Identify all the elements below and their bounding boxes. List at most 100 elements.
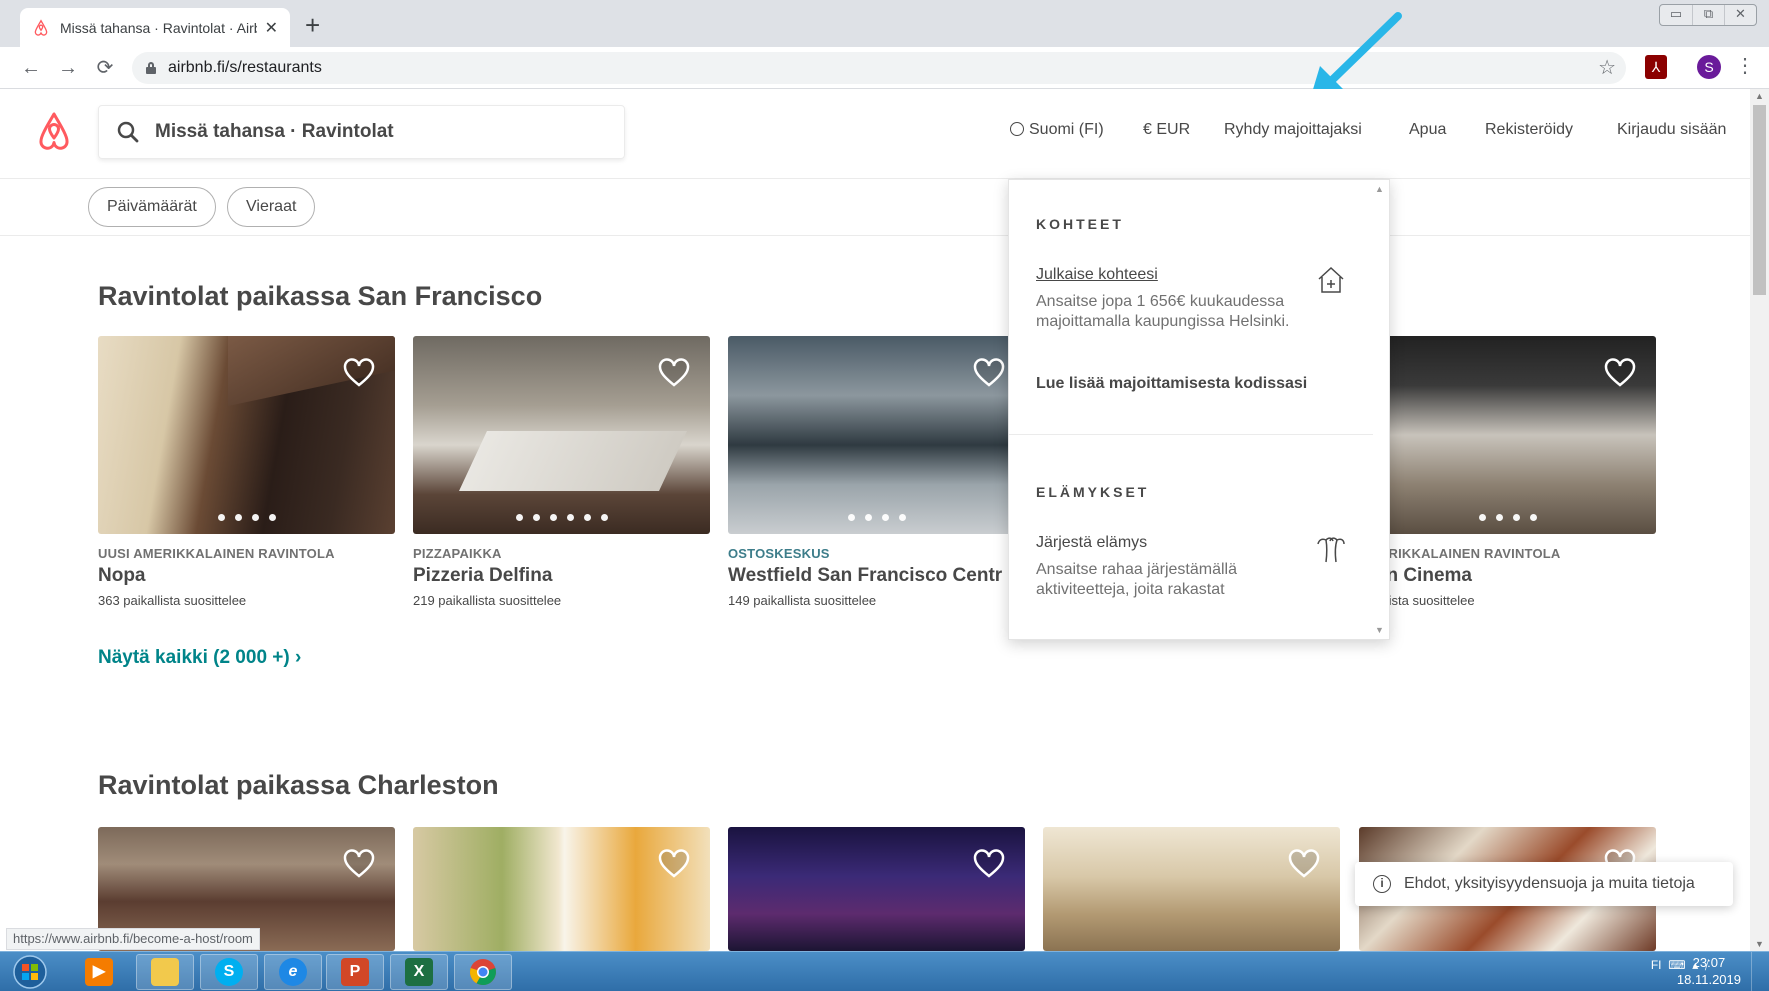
heart-icon[interactable] xyxy=(973,849,1005,879)
forward-button[interactable]: → xyxy=(55,55,81,81)
become-host-link[interactable]: Ryhdy majoittajaksi xyxy=(1224,121,1362,139)
taskbar-powerpoint[interactable]: P xyxy=(326,954,384,990)
place-card[interactable]: AMERIKKALAINEN RAVINTOLA eign Cinema aik… xyxy=(1359,336,1656,608)
skype-icon: S xyxy=(215,958,243,986)
place-name[interactable]: Nopa xyxy=(98,565,395,587)
palm-tree-icon xyxy=(1317,537,1345,563)
taskbar-excel[interactable]: X xyxy=(390,954,448,990)
place-card[interactable] xyxy=(1043,827,1340,951)
show-all-link[interactable]: Näytä kaikki (2 000 +) › xyxy=(98,647,301,669)
heart-icon[interactable] xyxy=(343,849,375,879)
scrollbar-thumb[interactable] xyxy=(1753,105,1766,295)
close-window-button[interactable]: ✕ xyxy=(1724,5,1756,25)
guests-filter-button[interactable]: Vieraat xyxy=(227,187,316,227)
new-tab-button[interactable]: + xyxy=(305,10,320,41)
place-name[interactable]: Pizzeria Delfina xyxy=(413,565,710,587)
taskbar-clock[interactable]: 23:07 18.11.2019 xyxy=(1677,954,1741,988)
dropdown-scrollbar[interactable]: ▲ ▼ xyxy=(1371,180,1389,639)
dropdown-heading-experiences: ELÄMYKSET xyxy=(1036,484,1150,500)
photo-dots xyxy=(413,508,710,526)
dropdown-heading-listings: KOHTEET xyxy=(1036,216,1124,232)
place-category: PIZZAPAIKKA xyxy=(413,546,502,561)
place-photo[interactable] xyxy=(413,336,710,534)
heart-icon[interactable] xyxy=(1288,849,1320,879)
powerpoint-icon: P xyxy=(341,958,369,986)
language-selector[interactable]: Suomi (FI) xyxy=(1010,121,1104,139)
lock-icon xyxy=(146,62,156,74)
heart-icon[interactable] xyxy=(1604,358,1636,388)
browser-tab[interactable]: Missä tahansa · Ravintolat · Airbn ✕ xyxy=(20,8,290,47)
search-text: Missä tahansa · Ravintolat xyxy=(155,121,394,142)
place-photo[interactable] xyxy=(728,336,1025,534)
chrome-icon xyxy=(470,959,496,986)
scroll-down-icon[interactable]: ▼ xyxy=(1375,625,1384,635)
section-title-san-francisco: Ravintolat paikassa San Francisco xyxy=(98,281,543,311)
help-link[interactable]: Apua xyxy=(1409,121,1446,139)
photo-dots xyxy=(1359,508,1656,526)
house-plus-icon xyxy=(1318,266,1344,293)
reload-button[interactable]: ⟳ xyxy=(92,55,118,81)
section-title-charleston: Ravintolat paikassa Charleston xyxy=(98,770,499,800)
scroll-up-icon[interactable]: ▲ xyxy=(1375,184,1384,194)
restore-button[interactable]: ⧉ xyxy=(1692,5,1724,25)
taskbar-chrome[interactable] xyxy=(454,954,512,990)
tab-close-icon[interactable]: ✕ xyxy=(265,18,278,38)
place-photo[interactable] xyxy=(728,827,1025,951)
search-box[interactable]: Missä tahansa · Ravintolat xyxy=(98,105,625,159)
heart-icon[interactable] xyxy=(343,358,375,388)
url-text: airbnb.fi/s/restaurants xyxy=(168,59,322,76)
place-recommendations: 219 paikallista suosittelee xyxy=(413,593,562,608)
place-recommendations: 149 paikallista suosittelee xyxy=(728,593,877,608)
globe-icon xyxy=(1010,122,1024,136)
bookmark-star-icon[interactable]: ☆ xyxy=(1598,55,1616,80)
place-photo[interactable] xyxy=(1043,827,1340,951)
scroll-up-icon[interactable]: ▲ xyxy=(1755,91,1764,101)
learn-more-hosting-link[interactable]: Lue lisää majoittamisesta kodissasi xyxy=(1036,375,1307,393)
browser-tabstrip: Missä tahansa · Ravintolat · Airbn ✕ + ▭… xyxy=(0,0,1769,47)
taskbar-ie[interactable]: e xyxy=(264,954,322,990)
place-name[interactable]: Westfield San Francisco Centr xyxy=(728,565,1025,587)
signup-link[interactable]: Rekisteröidy xyxy=(1485,121,1573,139)
place-name[interactable]: eign Cinema xyxy=(1359,565,1656,587)
search-icon xyxy=(117,121,139,143)
minimize-button[interactable]: ▭ xyxy=(1660,5,1692,25)
airbnb-logo-icon[interactable] xyxy=(34,111,74,153)
tray-language[interactable]: FI xyxy=(1651,958,1662,972)
site-header: Missä tahansa · Ravintolat Suomi (FI) € … xyxy=(0,89,1750,179)
place-card[interactable] xyxy=(728,827,1025,951)
page-scrollbar[interactable]: ▲ ▼ xyxy=(1750,89,1769,951)
place-recommendations: aikallista suosittelee xyxy=(1359,593,1475,608)
scroll-down-icon[interactable]: ▼ xyxy=(1755,939,1764,949)
photo-dots xyxy=(98,508,395,526)
place-photo[interactable] xyxy=(413,827,710,951)
place-photo[interactable] xyxy=(1359,336,1656,534)
tab-title: Missä tahansa · Ravintolat · Airbn xyxy=(60,19,257,36)
back-button[interactable]: ← xyxy=(18,55,44,81)
place-photo[interactable] xyxy=(98,336,395,534)
windows-start-icon[interactable] xyxy=(8,954,52,990)
pdf-extension-icon[interactable]: ⅄ xyxy=(1645,55,1667,79)
taskbar-explorer[interactable] xyxy=(136,954,194,990)
host-experience-description: Ansaitse rahaa järjestämällä aktiviteett… xyxy=(1036,561,1237,598)
place-category: OSTOSKESKUS xyxy=(728,546,830,561)
host-experience-link[interactable]: Järjestä elämys xyxy=(1036,534,1147,552)
place-card[interactable] xyxy=(413,827,710,951)
heart-icon[interactable] xyxy=(973,358,1005,388)
heart-icon[interactable] xyxy=(658,358,690,388)
login-link[interactable]: Kirjaudu sisään xyxy=(1617,121,1726,139)
profile-avatar[interactable]: S xyxy=(1697,55,1721,79)
chrome-menu-icon[interactable]: ⋮ xyxy=(1735,53,1755,78)
place-card[interactable]: OSTOSKESKUS Westfield San Francisco Cent… xyxy=(728,336,1025,608)
show-desktop-button[interactable] xyxy=(1751,952,1769,991)
currency-selector[interactable]: € EUR xyxy=(1143,121,1190,139)
publish-listing-link[interactable]: Julkaise kohteesi xyxy=(1036,266,1158,284)
taskbar-skype[interactable]: S xyxy=(200,954,258,990)
clock-time: 23:07 xyxy=(1692,955,1726,970)
terms-privacy-banner[interactable]: i Ehdot, yksityisyydensuoja ja muita tie… xyxy=(1355,862,1733,906)
place-card[interactable]: PIZZAPAIKKA Pizzeria Delfina 219 paikall… xyxy=(413,336,710,608)
place-card[interactable]: UUSI AMERIKKALAINEN RAVINTOLA Nopa 363 p… xyxy=(98,336,395,608)
heart-icon[interactable] xyxy=(658,849,690,879)
clock-date: 18.11.2019 xyxy=(1676,972,1741,987)
taskbar-media-player[interactable]: ▶ xyxy=(70,954,128,990)
dates-filter-button[interactable]: Päivämäärät xyxy=(88,187,216,227)
